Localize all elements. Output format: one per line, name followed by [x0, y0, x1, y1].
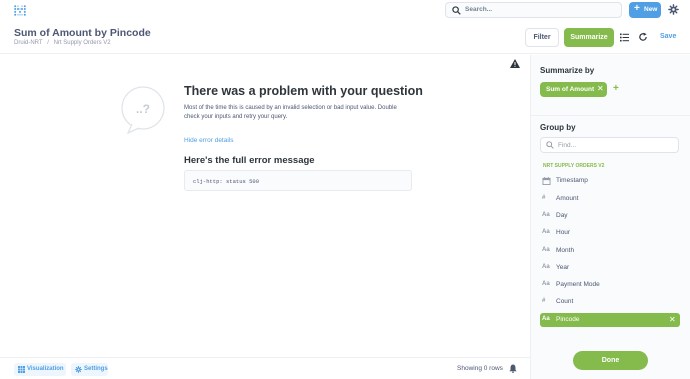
plus-icon: +	[634, 3, 640, 14]
metric-pill-label: Sum of Amount	[546, 86, 595, 93]
grid-icon	[18, 366, 25, 373]
summarize-sidebar: Summarize by Sum of Amount ✕ + Group by …	[530, 55, 690, 379]
close-icon[interactable]: ✕	[669, 315, 676, 324]
metric-pill[interactable]: Sum of Amount ✕	[540, 82, 607, 97]
column-label: Day	[556, 212, 568, 219]
top-nav: Search... + New	[0, 0, 690, 21]
column-year[interactable]: Aa Year	[540, 261, 680, 275]
notebook-list-icon[interactable]	[620, 33, 629, 42]
view-footer: Visualization Settings	[0, 357, 530, 379]
find-column-input[interactable]: Find...	[540, 137, 679, 153]
number-icon: #	[542, 195, 546, 201]
refresh-icon[interactable]	[638, 32, 648, 42]
question-header: Sum of Amount by Pincode Druid-NRT / Nrt…	[0, 21, 690, 54]
breadcrumb-database[interactable]: Druid-NRT	[14, 40, 43, 46]
visualization-button-label: Visualization	[27, 366, 64, 372]
metabase-logo-icon[interactable]	[14, 5, 26, 16]
svg-text:..?: ..?	[136, 102, 150, 116]
search-icon	[546, 141, 554, 149]
text-type-icon: Aa	[542, 264, 550, 270]
column-label: Count	[556, 298, 574, 305]
column-pincode[interactable]: Aa Pincode ✕	[540, 313, 680, 327]
text-type-icon: Aa	[542, 229, 550, 235]
row-count: Showing 0 rows	[457, 365, 503, 372]
column-label: Pincode	[556, 316, 580, 323]
gear-icon	[75, 366, 82, 373]
column-month[interactable]: Aa Month	[540, 244, 680, 258]
number-icon: #	[542, 298, 546, 304]
summarize-button[interactable]: Summarize	[564, 28, 614, 47]
error-message-text: clj-http: status 500	[193, 178, 260, 185]
settings-button[interactable]: Settings	[71, 363, 108, 376]
warning-icon[interactable]	[510, 59, 520, 68]
calendar-icon	[542, 177, 551, 185]
find-placeholder: Find...	[558, 142, 577, 149]
error-message-box: clj-http: status 500	[184, 170, 412, 191]
visualization-button[interactable]: Visualization	[14, 363, 66, 376]
new-button-label: New	[644, 6, 658, 13]
column-amount[interactable]: # Amount	[540, 192, 680, 206]
column-label: Month	[556, 247, 575, 254]
close-icon[interactable]: ✕	[597, 85, 604, 93]
query-results-area	[0, 55, 530, 357]
column-timestamp[interactable]: Timestamp	[540, 174, 680, 188]
breadcrumb-table[interactable]: Nrt Supply Orders V2	[54, 40, 111, 46]
column-label: Timestamp	[556, 177, 588, 184]
search-icon	[452, 6, 461, 15]
save-button[interactable]: Save	[660, 33, 676, 40]
column-label: Hour	[556, 229, 571, 236]
text-type-icon: Aa	[542, 212, 550, 218]
breadcrumb-separator: /	[47, 40, 49, 46]
done-button[interactable]: Done	[573, 351, 648, 370]
gear-icon[interactable]	[668, 4, 679, 15]
text-type-icon: Aa	[542, 247, 550, 253]
column-hour[interactable]: Aa Hour	[540, 226, 680, 240]
text-type-icon: Aa	[542, 281, 550, 287]
search-input[interactable]: Search...	[445, 2, 622, 18]
column-label: Amount	[556, 195, 579, 202]
group-by-title: Group by	[540, 123, 576, 132]
divider	[531, 115, 690, 116]
error-title: There was a problem with your question	[184, 84, 423, 98]
bell-icon[interactable]	[509, 364, 517, 373]
full-error-message-title: Here's the full error message	[184, 155, 315, 166]
column-label: Payment Mode	[556, 281, 600, 288]
add-metric-button[interactable]: +	[613, 84, 619, 94]
summarize-by-title: Summarize by	[540, 66, 595, 75]
error-description: Most of the time this is caused by an in…	[184, 105, 397, 120]
text-type-icon: Aa	[542, 316, 550, 322]
hide-error-details-link[interactable]: Hide error details	[184, 137, 234, 144]
column-payment-mode[interactable]: Aa Payment Mode	[540, 278, 680, 292]
question-title[interactable]: Sum of Amount by Pincode	[14, 27, 151, 39]
new-button[interactable]: + New	[629, 2, 661, 18]
settings-button-label: Settings	[84, 366, 108, 372]
search-placeholder: Search...	[465, 6, 493, 13]
column-count[interactable]: # Count	[540, 295, 680, 309]
column-day[interactable]: Aa Day	[540, 209, 680, 223]
table-section-header: NRT SUPPLY ORDERS V2	[543, 163, 605, 169]
breadcrumb: Druid-NRT / Nrt Supply Orders V2	[14, 40, 114, 46]
column-label: Year	[556, 264, 570, 271]
speech-bubble-icon: ..?	[121, 86, 165, 134]
filter-button[interactable]: Filter	[525, 28, 559, 47]
